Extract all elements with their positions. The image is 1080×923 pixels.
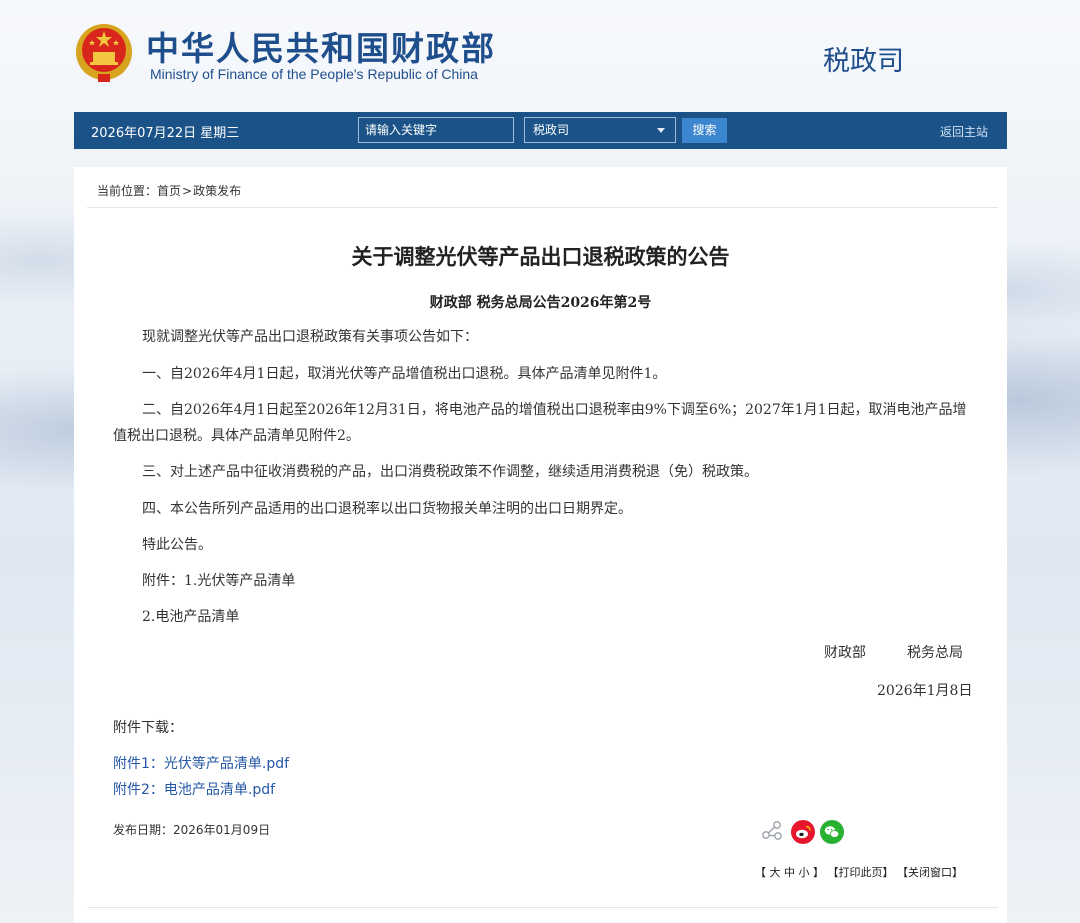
article-paragraph: 四、本公告所列产品适用的出口退税率以出口货物报关单注明的出口日期界定。: [142, 501, 632, 517]
article-card: 当前位置：首页>政策发布 关于调整光伏等产品出口退税政策的公告 财政部 税务总局…: [74, 167, 1007, 923]
font-size-large[interactable]: 大: [770, 864, 781, 880]
current-date: 2026年07月22日 星期三: [91, 126, 240, 141]
attachment-link-1[interactable]: 附件1：光伏等产品清单.pdf: [113, 753, 289, 773]
font-size-bracket-close: 】: [813, 866, 824, 879]
page-tools: 【 大 中 小 】 【打印此页】 【关闭窗口】: [755, 864, 963, 880]
article-paragraph: 三、对上述产品中征收消费税的产品，出口消费税政策不作调整，继续适用消费税退（免）…: [142, 464, 758, 480]
article-paragraph: 特此公告。: [142, 537, 212, 553]
downloads-title: 附件下载：: [113, 720, 183, 736]
article-paragraph: 2.电池产品清单: [142, 609, 240, 625]
signature-date: 2026年1月8日: [877, 683, 973, 699]
article-paragraph: 二、自2026年4月1日起至2026年12月31日，将电池产品的增值税出口退税率…: [113, 402, 967, 444]
font-size-small[interactable]: 小: [799, 864, 810, 880]
breadcrumb-current[interactable]: 政策发布: [193, 184, 241, 198]
font-size-bracket-open: 【: [755, 866, 766, 879]
return-home-link[interactable]: 返回主站: [940, 123, 988, 140]
nav-bar: 2026年07月22日 星期三 税政司 搜索 返回主站: [74, 112, 1007, 149]
chevron-down-icon: [657, 128, 665, 133]
scope-select[interactable]: 税政司: [524, 117, 676, 143]
signature-org-1: 财政部: [824, 645, 866, 661]
publish-date: 发布日期：2026年01月09日: [113, 823, 271, 837]
divider: [87, 907, 998, 908]
ministry-cn-title: 中华人民共和国财政部: [146, 29, 496, 68]
share-icon[interactable]: [761, 819, 783, 841]
wechat-icon[interactable]: [820, 820, 844, 844]
divider: [87, 207, 998, 208]
weibo-icon[interactable]: [791, 820, 815, 844]
article-title: 关于调整光伏等产品出口退税政策的公告: [351, 245, 730, 269]
article-doc-number: 财政部 税务总局公告2026年第2号: [429, 295, 652, 311]
attachment-link-2[interactable]: 附件2：电池产品清单.pdf: [113, 779, 275, 799]
signature-org-2: 税务总局: [907, 645, 963, 661]
breadcrumb: 当前位置：首页>政策发布: [97, 182, 241, 199]
search-input[interactable]: [358, 117, 514, 143]
site-header: 中华人民共和国财政部 Ministry of Finance of the Pe…: [0, 0, 1080, 112]
breadcrumb-prefix: 当前位置：: [97, 184, 158, 198]
article-paragraph: 现就调整光伏等产品出口退税政策有关事项公告如下：: [142, 329, 478, 345]
national-emblem-icon: [76, 24, 132, 82]
article-paragraph: 一、自2026年4月1日起，取消光伏等产品增值税出口退税。具体产品清单见附件1。: [142, 366, 667, 382]
font-size-medium[interactable]: 中: [784, 864, 795, 880]
breadcrumb-separator: >: [182, 184, 193, 198]
article-paragraph: 附件：1.光伏等产品清单: [142, 573, 296, 589]
close-window-link[interactable]: 【关闭窗口】: [897, 864, 963, 880]
ministry-en-title: Ministry of Finance of the People's Repu…: [150, 66, 478, 82]
print-page-link[interactable]: 【打印此页】: [828, 864, 894, 880]
breadcrumb-home[interactable]: 首页: [157, 184, 181, 198]
department-name: 税政司: [823, 46, 904, 77]
scope-select-value: 税政司: [533, 123, 570, 137]
search-button[interactable]: 搜索: [682, 118, 727, 143]
